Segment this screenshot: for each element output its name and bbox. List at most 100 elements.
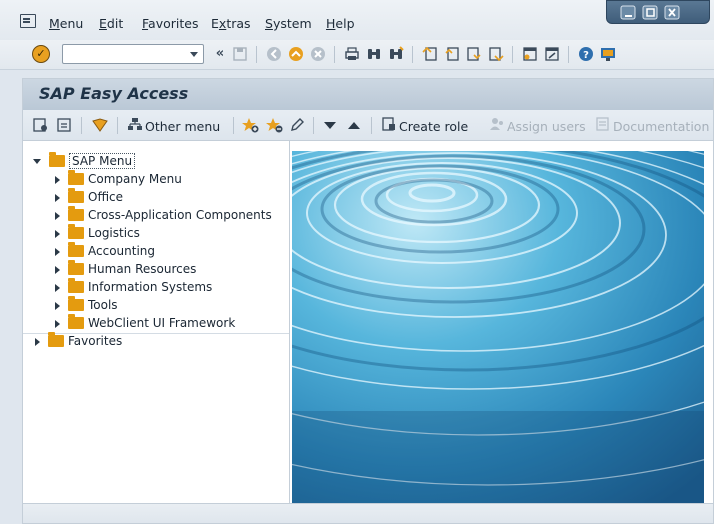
- previous-page-icon[interactable]: [444, 46, 460, 62]
- menu-menu[interactable]: Menu: [49, 16, 83, 31]
- window-controls: [606, 0, 710, 24]
- save-icon: [232, 46, 248, 62]
- toolbar-separator: [512, 46, 513, 63]
- command-field[interactable]: [62, 44, 204, 64]
- toolbar-separator: [412, 46, 413, 63]
- collapsed-triangle-icon[interactable]: [55, 283, 60, 292]
- collapsed-triangle-icon[interactable]: [55, 193, 60, 202]
- create-role-label: Create role: [399, 119, 469, 134]
- tree-node-label: WebClient UI Framework: [88, 316, 236, 330]
- tree-node-office[interactable]: Office: [55, 187, 124, 206]
- folder-icon: [48, 331, 64, 347]
- print-icon[interactable]: [344, 46, 360, 62]
- assign-users-icon: [489, 117, 505, 135]
- folder-icon: [68, 205, 84, 221]
- create-role-icon: [381, 117, 397, 135]
- tree-node-label: Human Resources: [88, 262, 197, 276]
- folder-icon: [68, 313, 84, 329]
- add-favorite-icon[interactable]: [241, 117, 259, 133]
- find-next-icon[interactable]: [388, 46, 404, 62]
- tree-node-webclient-ui[interactable]: WebClient UI Framework: [55, 313, 236, 332]
- assign-users-button: Assign users: [489, 117, 586, 135]
- collapsed-triangle-icon[interactable]: [55, 265, 60, 274]
- other-menu-label: Other menu: [145, 119, 221, 134]
- assign-users-label: Assign users: [507, 119, 586, 134]
- create-session-icon[interactable]: [522, 46, 538, 62]
- move-down-icon[interactable]: [323, 117, 337, 133]
- find-icon[interactable]: [366, 46, 382, 62]
- tree-node-tools[interactable]: Tools: [55, 295, 118, 314]
- tree-node-information-systems[interactable]: Information Systems: [55, 277, 213, 296]
- svg-text:?: ?: [583, 50, 589, 61]
- application-toolbar: Other menu Create role Assign users Docu…: [23, 110, 713, 141]
- tree-node-accounting[interactable]: Accounting: [55, 241, 156, 260]
- toolbar-separator: [313, 117, 314, 134]
- menu-edit[interactable]: Edit: [99, 16, 123, 31]
- back-icon: [266, 46, 282, 62]
- collapsed-triangle-icon[interactable]: [55, 319, 60, 328]
- user-menu-icon[interactable]: [33, 117, 49, 133]
- menu-extras[interactable]: Extras: [211, 16, 251, 31]
- system-menu-icon[interactable]: [20, 14, 36, 28]
- enter-check-icon[interactable]: ✓: [32, 45, 50, 63]
- tree-node-logistics[interactable]: Logistics: [55, 223, 140, 242]
- delete-favorite-icon[interactable]: [265, 117, 283, 133]
- standard-toolbar: ✓ « ?: [0, 40, 714, 70]
- folder-icon: [68, 295, 84, 311]
- collapsed-triangle-icon[interactable]: [35, 337, 40, 346]
- customize-layout-icon[interactable]: [600, 46, 616, 62]
- chevron-down-icon[interactable]: [190, 52, 198, 57]
- documentation-button: Documentation: [595, 117, 710, 134]
- generate-shortcut-icon[interactable]: [544, 46, 560, 62]
- menu-bar: Menu Edit Favorites Extras System Help: [0, 0, 714, 40]
- status-bar: [23, 503, 713, 523]
- tree-node-favorites[interactable]: Favorites: [35, 331, 123, 350]
- tree-node-label: Office: [88, 190, 124, 204]
- collapsed-triangle-icon[interactable]: [55, 247, 60, 256]
- toolbar-separator: [371, 117, 372, 134]
- folder-icon: [68, 241, 84, 257]
- documentation-label: Documentation: [613, 119, 710, 134]
- tree-node-human-resources[interactable]: Human Resources: [55, 259, 197, 278]
- toolbar-separator: [81, 117, 82, 134]
- collapsed-triangle-icon[interactable]: [55, 211, 60, 220]
- title-bar: SAP Easy Access: [23, 79, 713, 110]
- splash-image: [292, 151, 704, 503]
- create-role-button[interactable]: Create role: [381, 117, 469, 135]
- menu-help[interactable]: Help: [326, 16, 355, 31]
- window-buttons-icon: [620, 5, 680, 20]
- tree-node-label: Information Systems: [88, 280, 213, 294]
- tree-node-company-menu[interactable]: Company Menu: [55, 169, 182, 188]
- toolbar-separator: [256, 46, 257, 63]
- folder-icon: [68, 187, 84, 203]
- move-up-icon[interactable]: [347, 117, 361, 133]
- next-page-icon[interactable]: [466, 46, 482, 62]
- collapsed-triangle-icon[interactable]: [55, 301, 60, 310]
- tree-node-label: Accounting: [88, 244, 156, 258]
- tree-node-label: Cross-Application Components: [88, 208, 272, 222]
- collapse-command-icon[interactable]: «: [212, 46, 228, 62]
- menu-favorites[interactable]: Favorites: [142, 16, 198, 31]
- toolbar-separator: [568, 46, 569, 63]
- exit-icon[interactable]: [288, 46, 304, 62]
- tree-node-sap-menu[interactable]: SAP Menu: [33, 151, 136, 170]
- collapsed-triangle-icon[interactable]: [55, 175, 60, 184]
- command-input[interactable]: [63, 45, 183, 63]
- menu-system[interactable]: System: [265, 16, 312, 31]
- folder-open-icon: [49, 151, 65, 167]
- expanded-triangle-icon[interactable]: [33, 159, 41, 164]
- tree-node-cross-application[interactable]: Cross-Application Components: [55, 205, 272, 224]
- business-workplace-icon[interactable]: [91, 117, 109, 133]
- tree-node-label: Favorites: [68, 334, 123, 348]
- folder-icon: [68, 277, 84, 293]
- collapsed-triangle-icon[interactable]: [55, 229, 60, 238]
- other-menu-button[interactable]: Other menu: [127, 117, 221, 134]
- page-title: SAP Easy Access: [39, 84, 189, 103]
- tree-node-label: SAP Menu: [69, 153, 136, 169]
- help-icon[interactable]: ?: [578, 46, 594, 62]
- toolbar-separator: [334, 46, 335, 63]
- edit-favorite-icon[interactable]: [289, 117, 305, 133]
- last-page-icon[interactable]: [488, 46, 504, 62]
- first-page-icon[interactable]: [422, 46, 438, 62]
- sap-menu-icon[interactable]: [57, 117, 73, 133]
